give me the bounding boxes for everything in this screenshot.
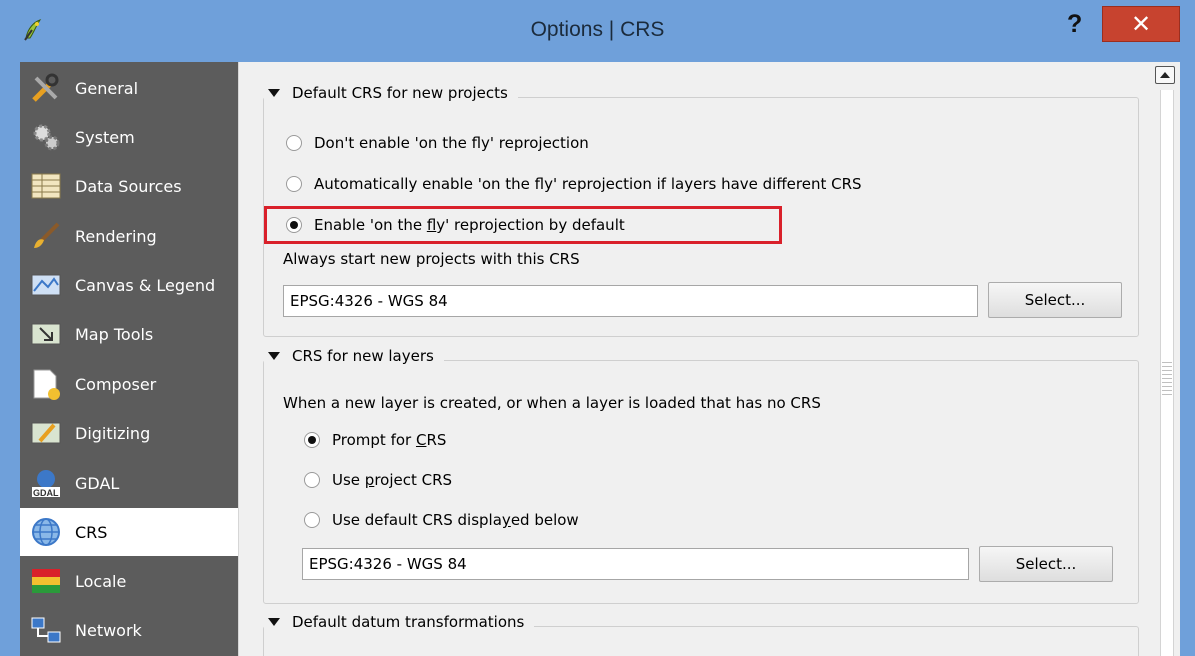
- brush-icon: [28, 220, 64, 252]
- sidebar-item-label: GDAL: [75, 473, 120, 493]
- sidebar-item-label: CRS: [75, 522, 108, 542]
- window-border: [1180, 62, 1195, 656]
- map-tools-icon: [28, 318, 64, 350]
- sidebar-item-label: Data Sources: [75, 176, 182, 196]
- new-layers-group-header[interactable]: CRS for new layers: [264, 347, 444, 365]
- help-icon[interactable]: ?: [1067, 10, 1082, 39]
- sidebar-item-network[interactable]: Network: [20, 606, 238, 654]
- sidebar-item-label: Locale: [75, 571, 127, 591]
- select-layer-crs-button[interactable]: Select...: [979, 546, 1113, 582]
- sidebar-item-composer[interactable]: Composer: [20, 360, 238, 408]
- close-icon: ✕: [1130, 10, 1152, 38]
- digitizing-icon: [28, 417, 64, 449]
- tools-icon: [28, 72, 64, 104]
- collapse-triangle-icon: [268, 89, 280, 97]
- radio-button[interactable]: [304, 472, 320, 488]
- radio-no-reprojection[interactable]: Don't enable 'on the fly' reprojection: [286, 134, 589, 152]
- sidebar-item-crs[interactable]: CRS: [20, 508, 238, 556]
- radio-button[interactable]: [286, 176, 302, 192]
- sidebar-item-canvas-legend[interactable]: Canvas & Legend: [20, 261, 238, 309]
- datum-group-header[interactable]: Default datum transformations: [264, 613, 535, 631]
- network-icon: [28, 614, 64, 646]
- crs-settings-panel: Default CRS for new projects Don't enabl…: [248, 62, 1152, 656]
- sidebar-item-digitizing[interactable]: Digitizing: [20, 409, 238, 457]
- new-layers-description: When a new layer is created, or when a l…: [283, 394, 821, 412]
- arrow-up-icon: [1160, 72, 1170, 78]
- radio-label: Use default CRS displayed below: [332, 511, 579, 529]
- sidebar-item-rendering[interactable]: Rendering: [20, 212, 238, 260]
- highlight-box: [264, 206, 782, 244]
- composer-icon: [28, 368, 64, 400]
- sidebar-item-label: Network: [75, 620, 142, 640]
- radio-label: Don't enable 'on the fly' reprojection: [314, 134, 589, 152]
- collapse-triangle-icon: [268, 352, 280, 360]
- radio-label: Use project CRS: [332, 471, 453, 489]
- gdal-icon: GDAL: [28, 467, 64, 499]
- flag-icon: [28, 565, 64, 597]
- close-button[interactable]: ✕: [1102, 6, 1180, 42]
- radio-project-crs[interactable]: Use project CRS: [304, 471, 452, 489]
- sidebar-item-label: General: [75, 78, 139, 98]
- scroll-up-button[interactable]: [1155, 66, 1175, 84]
- select-project-crs-button[interactable]: Select...: [988, 282, 1122, 318]
- radio-auto-reprojection[interactable]: Automatically enable 'on the fly' reproj…: [286, 175, 862, 193]
- sidebar-item-general[interactable]: General: [20, 64, 238, 112]
- default-crs-group-title: Default CRS for new projects: [292, 84, 508, 102]
- table-icon: [28, 170, 64, 202]
- radio-default-crs[interactable]: Use default CRS displayed below: [304, 511, 579, 529]
- radio-button[interactable]: [304, 432, 320, 448]
- radio-button[interactable]: [286, 135, 302, 151]
- project-crs-field[interactable]: EPSG:4326 - WGS 84: [283, 285, 978, 317]
- radio-label: Prompt for CRS: [332, 431, 447, 449]
- new-layers-group-title: CRS for new layers: [292, 347, 434, 365]
- resize-grip[interactable]: [1162, 362, 1172, 398]
- svg-text:GDAL: GDAL: [33, 488, 59, 498]
- new-layers-crs-group: CRS for new layers When a new layer is c…: [263, 347, 1139, 604]
- globe-icon: [28, 516, 64, 548]
- sidebar-item-locale[interactable]: Locale: [20, 557, 238, 605]
- collapse-triangle-icon: [268, 618, 280, 626]
- radio-label: Automatically enable 'on the fly' reproj…: [314, 175, 862, 193]
- datum-transformations-group: Default datum transformations: [263, 613, 1139, 656]
- radio-prompt-crs[interactable]: Prompt for CRS: [304, 431, 446, 449]
- sidebar-item-system[interactable]: System: [20, 113, 238, 161]
- sidebar-item-label: Canvas & Legend: [75, 275, 216, 295]
- canvas-icon: [28, 269, 64, 301]
- layer-crs-field[interactable]: EPSG:4326 - WGS 84: [302, 548, 969, 580]
- radio-button[interactable]: [304, 512, 320, 528]
- window-title: Options | CRS: [530, 18, 665, 41]
- sidebar-item-label: Rendering: [75, 226, 157, 246]
- gears-icon: [28, 121, 64, 153]
- sidebar-item-data-sources[interactable]: Data Sources: [20, 162, 238, 210]
- options-dialog: Options | CRS ? ✕ General System Data So…: [0, 0, 1195, 656]
- sidebar-item-label: System: [75, 127, 135, 147]
- title-bar[interactable]: Options | CRS ? ✕: [0, 0, 1195, 62]
- sidebar-item-label: Digitizing: [75, 423, 151, 443]
- sidebar-item-label: Composer: [75, 374, 157, 394]
- sidebar: General System Data Sources Rendering Ca…: [20, 62, 238, 656]
- start-crs-label: Always start new projects with this CRS: [283, 250, 580, 268]
- sidebar-item-gdal[interactable]: GDAL GDAL: [20, 459, 238, 507]
- sidebar-item-map-tools[interactable]: Map Tools: [20, 310, 238, 358]
- sidebar-item-label: Map Tools: [75, 324, 154, 344]
- default-crs-group-header[interactable]: Default CRS for new projects: [264, 84, 518, 102]
- datum-group-title: Default datum transformations: [292, 613, 525, 631]
